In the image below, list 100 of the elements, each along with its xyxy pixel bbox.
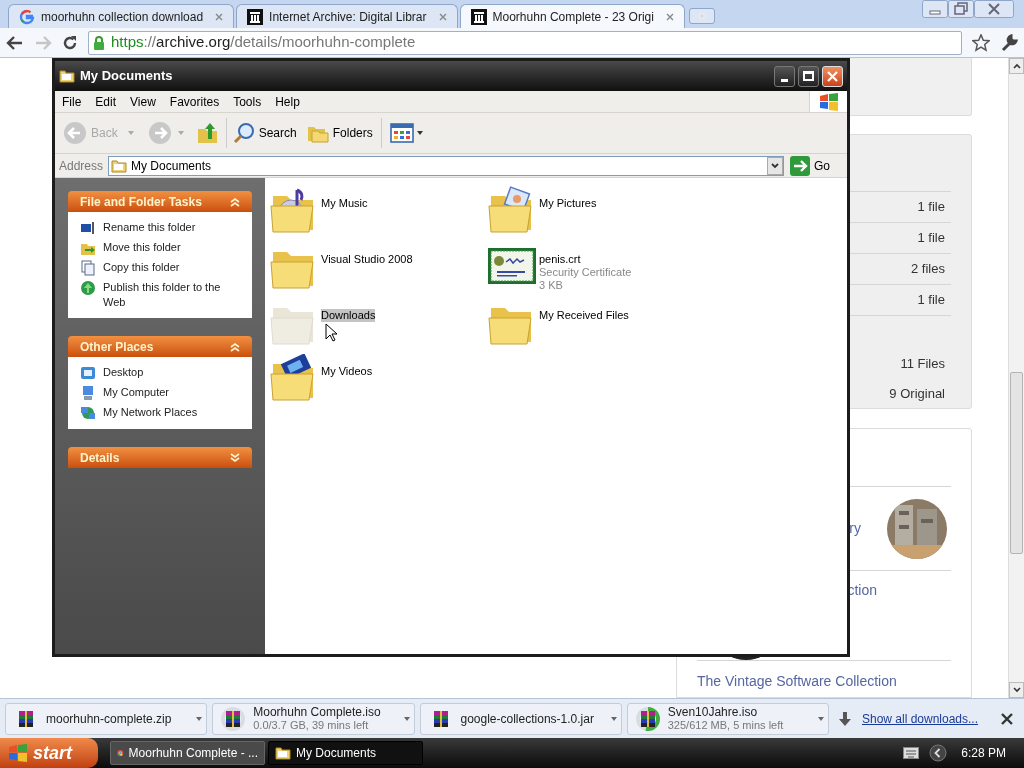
task-link[interactable]: Publish this folder to the Web — [103, 280, 240, 310]
start-button[interactable]: start — [0, 738, 98, 768]
file-name[interactable]: My Pictures — [539, 197, 597, 210]
views-button[interactable] — [389, 123, 423, 143]
file-count: 1 file — [917, 198, 945, 217]
file-name[interactable]: My Videos — [321, 365, 373, 378]
total-count: 9 Original — [889, 384, 945, 403]
address-label: Address — [58, 157, 105, 175]
file-name[interactable]: My Music — [321, 197, 368, 210]
file-count: 2 files — [911, 260, 945, 279]
expand-icon[interactable] — [230, 452, 240, 463]
task-link[interactable]: Copy this folder — [103, 260, 180, 275]
lock-icon — [93, 35, 105, 50]
total-count: 11 Files — [900, 355, 945, 373]
reload-icon[interactable] — [62, 34, 78, 51]
clock: 6:28 PM — [961, 745, 1006, 762]
rename-icon — [80, 220, 96, 236]
task-link[interactable]: Move this folder — [103, 240, 181, 255]
maximize-button[interactable] — [798, 65, 819, 87]
star-icon[interactable] — [972, 33, 990, 52]
dropdown-icon[interactable] — [403, 716, 410, 721]
books-icon — [19, 710, 33, 727]
restore-icon[interactable] — [948, 0, 974, 18]
file-detail: Security Certificate — [539, 266, 632, 279]
menu-item[interactable]: Help — [268, 92, 307, 111]
file-name[interactable]: penis.crt — [539, 253, 581, 266]
download-status: 325/612 MB, 5 mins left — [667, 719, 785, 732]
close-button[interactable] — [822, 65, 843, 87]
menu-item[interactable]: Favorites — [162, 92, 227, 111]
chevron-down-icon[interactable] — [1012, 687, 1021, 693]
menu-item[interactable]: Edit — [88, 92, 124, 111]
scrollbar[interactable] — [1008, 58, 1024, 698]
file-name[interactable]: Visual Studio 2008 — [321, 253, 413, 266]
file-count: 1 file — [917, 291, 945, 310]
collection-link[interactable]: ry — [849, 518, 861, 539]
menu-item[interactable]: Tools — [226, 92, 269, 111]
download-name: google-collections-1.0.jar — [460, 711, 595, 726]
views-icon[interactable] — [389, 123, 414, 143]
browser-tab[interactable]: Internet Archive: Digital Librar — [236, 4, 458, 28]
keyboard-icon[interactable] — [903, 747, 920, 759]
download-item[interactable]: moorhuhn-complete.zip — [5, 702, 208, 735]
go-button[interactable]: Go — [787, 155, 845, 176]
task-link[interactable]: Rename this folder — [103, 220, 196, 235]
browser-tab[interactable]: Moorhuhn Complete - 23 Origi — [459, 4, 685, 28]
folders-button[interactable]: Folders — [306, 123, 373, 143]
dropdown-icon[interactable] — [771, 162, 779, 169]
collapse-icon[interactable] — [230, 341, 240, 352]
collapse-icon[interactable] — [230, 196, 240, 207]
download-name: moorhuhn-complete.zip — [46, 711, 173, 726]
file-detail: 3 KB — [539, 279, 564, 292]
google-icon — [19, 8, 35, 25]
address-field[interactable]: https://archive.org/details/moorhuhn-complete — [88, 30, 962, 55]
close-icon[interactable] — [1001, 712, 1013, 725]
globe-icon — [80, 280, 96, 296]
search-icon[interactable] — [232, 122, 255, 144]
scroll-thumb[interactable] — [1010, 372, 1023, 554]
taskbar-button[interactable]: My Documents — [268, 741, 423, 765]
cursor-icon — [325, 323, 337, 342]
download-item[interactable]: google-collections-1.0.jar — [419, 702, 622, 735]
window-title: My Documents — [80, 67, 173, 86]
task-link[interactable]: Desktop — [103, 365, 144, 380]
dropdown-icon[interactable] — [610, 716, 617, 721]
windows-flag-icon — [818, 92, 839, 111]
url-text: https://archive.org/details/moorhuhn-complete — [111, 32, 416, 53]
network-icon — [80, 405, 96, 421]
back-icon[interactable] — [6, 34, 24, 51]
dropdown-icon[interactable] — [818, 716, 824, 721]
show-all-link[interactable]: Show all downloads... — [861, 709, 979, 728]
collection-link[interactable]: The Vintage Software Collection — [697, 673, 897, 689]
task-link[interactable]: My Computer — [103, 385, 170, 400]
computer-icon — [80, 385, 96, 401]
chevron-up-icon[interactable] — [1012, 63, 1021, 69]
file-count: 1 file — [917, 229, 945, 248]
dropdown-icon[interactable] — [196, 716, 203, 721]
taskbar-button[interactable]: Moorhuhn Complete - ... — [110, 741, 265, 765]
folder-icon — [59, 69, 75, 83]
download-name: Sven10Jahre.iso — [667, 705, 759, 719]
desktop-icon — [80, 365, 96, 381]
file-name[interactable]: Downloads — [321, 309, 376, 322]
wrench-icon[interactable] — [1000, 33, 1018, 52]
menu-item[interactable]: File — [55, 92, 89, 111]
search-button[interactable]: Search — [232, 122, 297, 144]
copy-icon — [80, 260, 96, 276]
windows-flag-icon[interactable] — [8, 744, 28, 762]
address-combo[interactable]: My Documents — [108, 155, 784, 176]
download-item[interactable]: Sven10Jahre.iso 325/612 MB, 5 mins left — [626, 702, 829, 735]
file-name[interactable]: My Received Files — [539, 309, 629, 322]
download-status: 0.0/3.7 GB, 39 mins left — [253, 719, 370, 732]
download-item[interactable]: Moorhuhn Complete.iso 0.0/3.7 GB, 39 mins left — [212, 702, 415, 735]
temple-icon — [470, 8, 487, 25]
menu-item[interactable]: View — [123, 92, 163, 111]
dropdown-icon[interactable] — [416, 131, 423, 135]
download-name: Moorhuhn Complete.iso — [253, 705, 382, 719]
minimize-button[interactable] — [774, 65, 795, 87]
browser-tab[interactable]: moorhuhn collection download — [8, 4, 235, 28]
up-folder-icon[interactable] — [195, 121, 220, 145]
temple-icon — [247, 8, 264, 25]
task-link[interactable]: My Network Places — [103, 405, 198, 420]
chevron-left-icon[interactable] — [929, 744, 948, 762]
books-icon — [226, 710, 241, 727]
